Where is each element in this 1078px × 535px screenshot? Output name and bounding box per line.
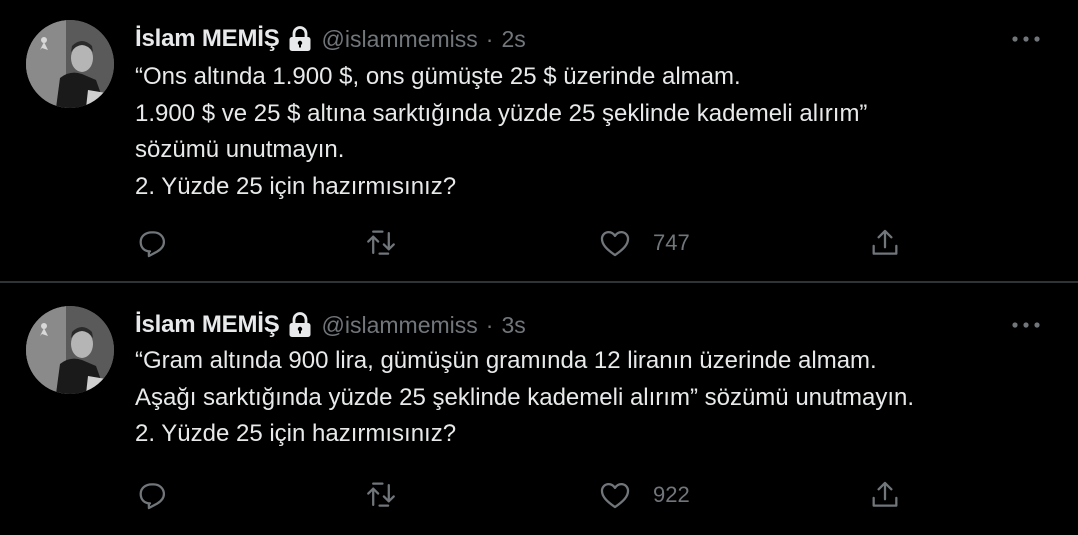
retweet-button[interactable]	[363, 223, 399, 263]
retweet-icon	[363, 478, 399, 512]
lock-icon	[288, 26, 312, 52]
tweet[interactable]: İslam MEMİŞ @islammemiss · 2s “Ons altın…	[0, 0, 1078, 283]
reply-icon	[135, 226, 169, 260]
avatar[interactable]	[26, 306, 114, 394]
tweet-header: İslam MEMİŞ @islammemiss · 3s	[135, 308, 526, 342]
like-count: 922	[653, 482, 690, 507]
timestamp[interactable]: 2s	[501, 26, 525, 53]
tweet-text: “Ons altında 1.900 $, ons gümüşte 25 $ ü…	[135, 63, 868, 200]
like-count: 747	[653, 230, 690, 255]
display-name[interactable]: İslam MEMİŞ	[135, 25, 280, 53]
reply-icon	[135, 478, 169, 512]
share-button[interactable]	[868, 223, 902, 263]
reply-button[interactable]	[135, 223, 169, 263]
more-icon[interactable]	[1010, 317, 1042, 333]
tweet-text: “Gram altında 900 lira, gümüşün gramında…	[135, 347, 915, 447]
user-handle[interactable]: @islammemiss	[322, 312, 478, 339]
tweet-actions: 922	[135, 475, 915, 515]
separator-dot: ·	[485, 25, 494, 52]
reply-button[interactable]	[135, 475, 169, 515]
separator-dot: ·	[485, 311, 494, 338]
tweet[interactable]: İslam MEMİŞ @islammemiss · 3s “Gram altı…	[0, 285, 1078, 535]
tweet-actions: 747	[135, 223, 915, 263]
tweet-header: İslam MEMİŞ @islammemiss · 2s	[135, 22, 526, 56]
lock-icon	[288, 312, 312, 338]
like-icon	[597, 478, 633, 512]
share-button[interactable]	[868, 475, 902, 515]
like-button[interactable]: 922	[597, 475, 690, 515]
like-button[interactable]: 747	[597, 223, 690, 263]
avatar[interactable]	[26, 20, 114, 108]
more-icon[interactable]	[1010, 31, 1042, 47]
like-icon	[597, 226, 633, 260]
share-icon	[868, 226, 902, 260]
retweet-button[interactable]	[363, 475, 399, 515]
retweet-icon	[363, 226, 399, 260]
timestamp[interactable]: 3s	[501, 312, 525, 339]
display-name[interactable]: İslam MEMİŞ	[135, 311, 280, 339]
share-icon	[868, 478, 902, 512]
user-handle[interactable]: @islammemiss	[322, 26, 478, 53]
